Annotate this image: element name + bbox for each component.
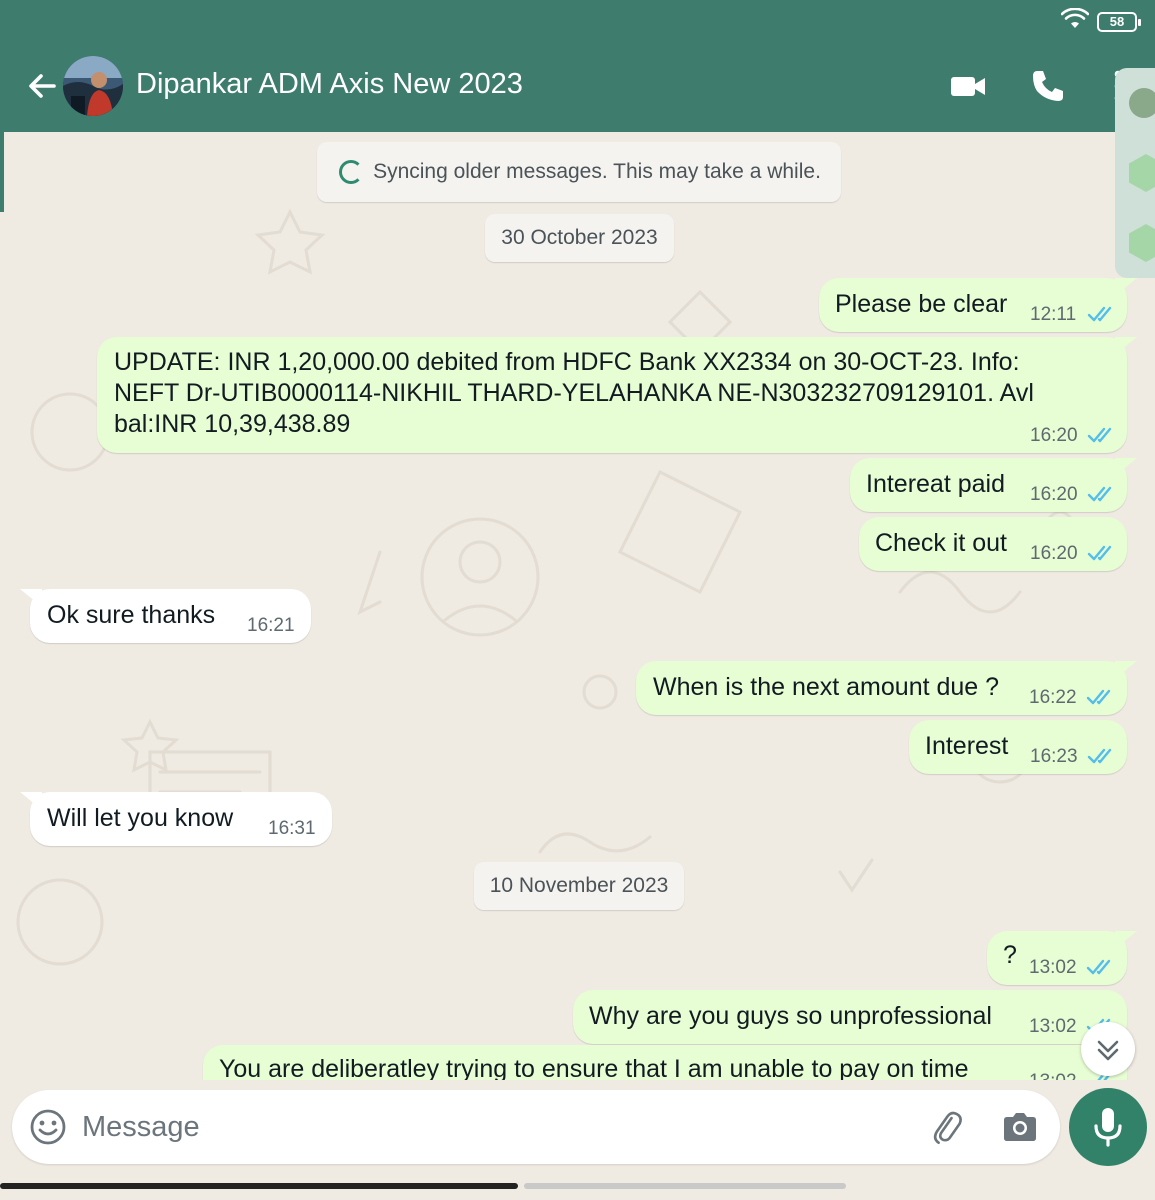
attach-button[interactable]	[927, 1107, 967, 1147]
camera-button[interactable]	[1000, 1107, 1040, 1147]
date-separator: 10 November 2023	[474, 862, 684, 910]
message-time: 13:02	[1029, 1071, 1077, 1080]
battery-indicator: 58	[1097, 11, 1141, 32]
contact-name[interactable]: Dipankar ADM Axis New 2023	[136, 68, 523, 101]
message-time: 16:21	[247, 615, 295, 636]
message-text: Please be clear	[835, 290, 1008, 318]
double-check-icon	[1087, 427, 1112, 443]
message-input-box[interactable]	[12, 1090, 1060, 1164]
emoji-icon	[30, 1109, 66, 1145]
chevron-double-down-icon	[1097, 1040, 1119, 1061]
message-input[interactable]	[82, 1104, 882, 1150]
message-text: Will let you know	[47, 804, 234, 832]
loading-spinner-icon	[339, 160, 363, 184]
message-time: 16:31	[268, 818, 316, 839]
message-time: 16:23	[1030, 746, 1078, 767]
double-check-icon	[1087, 748, 1112, 764]
sync-notice: Syncing older messages. This may take a …	[317, 142, 841, 202]
message-text: When is the next amount due ?	[653, 673, 1000, 701]
message-time: 12:11	[1030, 304, 1077, 325]
contact-avatar[interactable]	[63, 56, 123, 116]
outgoing-message[interactable]: Why are you guys so unprofessional 13:02	[573, 990, 1127, 1044]
date-separator: 30 October 2023	[485, 214, 674, 262]
system-navigation-bar	[0, 1175, 1155, 1200]
double-check-icon	[1087, 306, 1112, 322]
avatar-icon[interactable]	[1129, 88, 1155, 118]
nav-handle[interactable]	[0, 1183, 518, 1189]
outgoing-message[interactable]: Please be clear 12:11	[819, 278, 1137, 332]
floating-side-panel[interactable]	[1115, 68, 1155, 278]
status-bar: 58	[0, 0, 1155, 40]
phone-icon	[1033, 71, 1063, 101]
outgoing-message[interactable]: Intereat paid 16:20	[850, 458, 1137, 512]
double-check-icon	[1087, 486, 1112, 502]
message-time: 13:02	[1029, 957, 1077, 978]
back-button[interactable]	[22, 66, 62, 106]
message-text: Why are you guys so unprofessional	[589, 1002, 992, 1030]
outgoing-message[interactable]: You are deliberatley trying to ensure th…	[203, 1045, 1127, 1080]
sync-notice-text: Syncing older messages. This may take a …	[373, 160, 821, 183]
voice-call-button[interactable]	[1028, 66, 1068, 106]
double-check-icon	[1087, 545, 1112, 561]
incoming-message[interactable]: Ok sure thanks 16:21	[20, 589, 311, 643]
message-time: 13:02	[1029, 1016, 1077, 1037]
status-icons: 58	[1060, 7, 1141, 35]
video-call-button[interactable]	[948, 66, 988, 106]
message-text: You are deliberatley trying to ensure th…	[219, 1055, 969, 1080]
date-label: 10 November 2023	[489, 874, 669, 897]
message-text: Interest	[925, 732, 1009, 760]
message-time: 16:20	[1030, 543, 1078, 564]
left-edge-indicator	[0, 132, 4, 212]
message-time: 16:20	[1030, 425, 1078, 446]
message-text: Check it out	[875, 529, 1008, 557]
message-text: ?	[1003, 941, 1017, 969]
video-camera-icon	[951, 77, 985, 96]
paperclip-icon	[933, 1111, 962, 1144]
app-icon[interactable]	[1129, 224, 1155, 262]
camera-icon	[1004, 1113, 1036, 1141]
message-time: 16:22	[1029, 687, 1077, 708]
date-label: 30 October 2023	[501, 226, 658, 249]
wifi-icon	[1060, 7, 1090, 35]
microphone-icon	[1094, 1108, 1122, 1147]
double-check-icon	[1086, 959, 1111, 975]
message-text: Ok sure thanks	[47, 601, 216, 629]
arrow-left-icon	[29, 74, 56, 98]
scroll-to-bottom-button[interactable]	[1081, 1022, 1135, 1076]
message-list[interactable]: Syncing older messages. This may take a …	[0, 132, 1155, 1080]
outgoing-message[interactable]: When is the next amount due ? 16:22	[636, 661, 1137, 715]
double-check-icon	[1086, 689, 1111, 705]
nav-handle-secondary[interactable]	[524, 1183, 846, 1189]
composer	[0, 1080, 1155, 1175]
outgoing-message[interactable]: UPDATE: INR 1,20,000.00 debited from HDF…	[97, 337, 1137, 453]
incoming-message[interactable]: Will let you know 16:31	[20, 792, 332, 846]
emoji-button[interactable]	[28, 1107, 68, 1147]
chat-header: Dipankar ADM Axis New 2023	[0, 40, 1155, 132]
message-text: UPDATE: INR 1,20,000.00 debited from HDF…	[114, 348, 1034, 438]
message-time: 16:20	[1030, 484, 1078, 505]
outgoing-message[interactable]: Check it out 16:20	[859, 517, 1127, 571]
voice-message-button[interactable]	[1069, 1088, 1147, 1166]
message-text: Intereat paid	[866, 470, 1005, 498]
outgoing-message[interactable]: Interest 16:23	[909, 720, 1127, 774]
key-icon[interactable]	[1129, 154, 1155, 192]
outgoing-message[interactable]: ? 13:02	[987, 931, 1137, 985]
